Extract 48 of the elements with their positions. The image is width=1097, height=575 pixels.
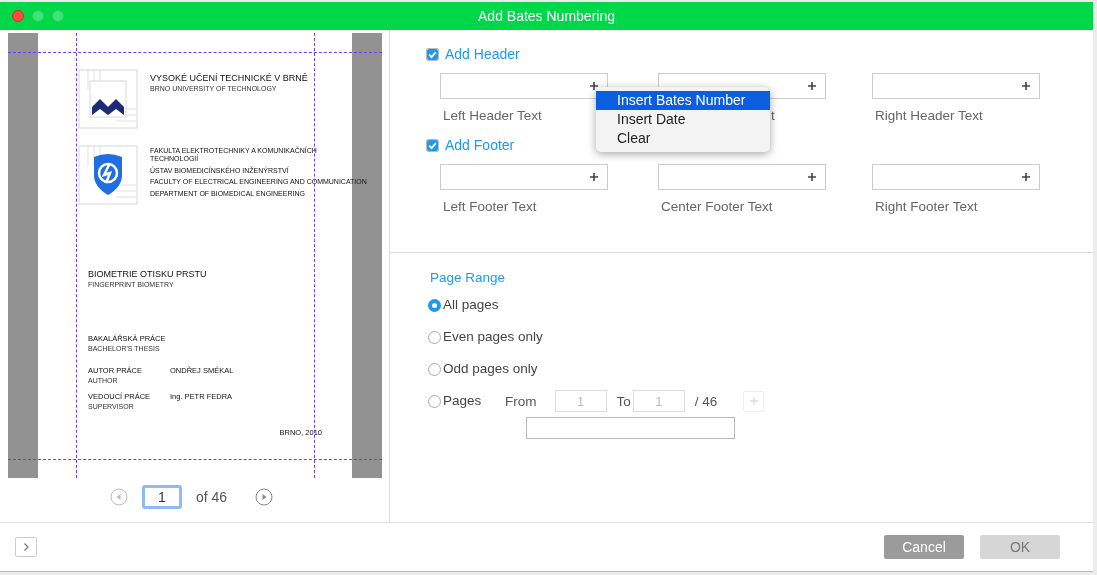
radio-label[interactable]: Pages (443, 393, 505, 408)
radio-label[interactable]: All pages (443, 297, 505, 312)
radio-label[interactable]: Odd pages only (443, 361, 538, 376)
total-pages: / 46 (694, 393, 718, 409)
thesis-title: BIOMETRIE OTISKU PRSTU (88, 269, 208, 279)
page-number-field[interactable]: 1 (141, 485, 182, 509)
window-title: Add Bates Numbering (478, 8, 615, 24)
text-field[interactable] (872, 164, 1040, 190)
menu-item[interactable]: Clear (596, 129, 770, 148)
from-label: From (505, 393, 537, 409)
page-range-field[interactable] (526, 417, 735, 439)
menu-item[interactable]: Insert Bates Number (596, 91, 770, 110)
radio-button[interactable] (428, 395, 441, 408)
university-name: VYSOKÉ UČENÍ TECHNICKÉ V BRNĚ (150, 73, 309, 83)
add-icon[interactable] (1021, 172, 1031, 182)
text-field[interactable] (440, 164, 608, 190)
field-label: t (770, 108, 775, 123)
page-count: of 46 (195, 489, 228, 505)
add-icon[interactable] (1021, 81, 1031, 91)
radio-label[interactable]: Even pages only (443, 329, 543, 344)
expand-button[interactable] (15, 537, 37, 557)
previous-page-icon[interactable] (109, 488, 128, 506)
checkbox[interactable] (426, 47, 439, 61)
add-icon[interactable] (589, 172, 599, 182)
field-label: Center Footer Text (660, 199, 773, 214)
chevron-right-icon (21, 542, 31, 552)
field-label: Right Header Text (874, 108, 983, 123)
add-icon[interactable] (589, 81, 599, 91)
text-field[interactable] (658, 164, 826, 190)
section-title: Page Range (430, 270, 507, 285)
university-logo-icon (78, 69, 138, 129)
checkbox[interactable] (426, 138, 439, 152)
text-field[interactable] (440, 73, 608, 99)
radio-button[interactable] (428, 363, 441, 376)
to-label: To (616, 393, 631, 409)
next-page-icon[interactable] (255, 488, 274, 506)
radio-button[interactable] (428, 299, 441, 312)
text-field[interactable] (872, 73, 1040, 99)
field-label: Left Footer Text (442, 199, 537, 214)
add-icon[interactable] (807, 172, 817, 182)
field-label: Right Footer Text (874, 199, 978, 214)
plus-icon (748, 396, 759, 406)
add-icon[interactable] (807, 81, 817, 91)
faculty-logo-icon (78, 145, 138, 205)
field-label: Left Header Text (442, 108, 542, 123)
radio-button[interactable] (428, 331, 441, 344)
menu-item[interactable]: Insert Date (596, 110, 770, 129)
close-button[interactable] (12, 10, 24, 22)
